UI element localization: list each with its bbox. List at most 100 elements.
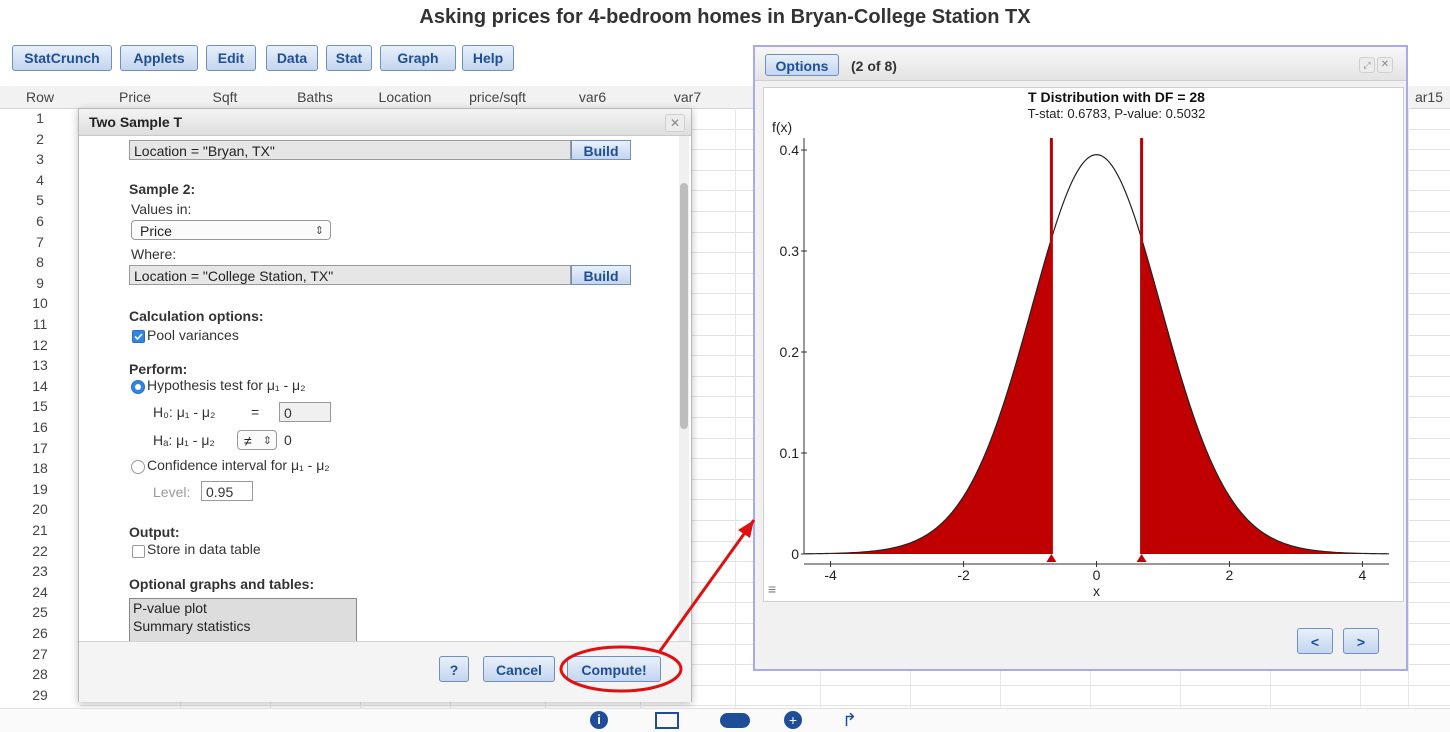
list-item[interactable]: Summary statistics: [130, 617, 356, 635]
results-icon[interactable]: [655, 712, 679, 729]
y-axis-label: f(x): [772, 119, 792, 135]
menu-stat[interactable]: Stat: [326, 45, 372, 71]
col-price[interactable]: Price: [90, 86, 180, 108]
row-number[interactable]: 9: [0, 274, 80, 292]
menu-data[interactable]: Data: [266, 45, 318, 71]
calc-heading: Calculation options:: [129, 308, 264, 324]
sample2-build-button[interactable]: Build: [571, 265, 631, 285]
row-number[interactable]: 11: [0, 315, 80, 333]
menu-icon[interactable]: ≡: [768, 581, 776, 597]
row-number[interactable]: 16: [0, 418, 80, 436]
menu-statcrunch[interactable]: StatCrunch: [12, 45, 112, 71]
hypothesis-test-radio[interactable]: [131, 380, 145, 394]
row-number[interactable]: 1: [0, 109, 80, 127]
menu-applets[interactable]: Applets: [120, 45, 198, 71]
row-number[interactable]: 22: [0, 542, 80, 560]
expand-icon[interactable]: ⤢: [1359, 57, 1375, 73]
pool-variances-checkbox[interactable]: [132, 330, 145, 343]
h0-value-input[interactable]: 0: [279, 402, 331, 422]
row-number[interactable]: 23: [0, 562, 80, 580]
row-number[interactable]: 12: [0, 336, 80, 354]
values-in-select[interactable]: Price ⇕: [131, 220, 331, 240]
x-tick-label: 0: [1093, 567, 1101, 583]
row-number[interactable]: 18: [0, 459, 80, 477]
row-number[interactable]: 21: [0, 521, 80, 539]
row-number[interactable]: 13: [0, 356, 80, 374]
x-axis-label: x: [1093, 583, 1100, 599]
row-number[interactable]: 17: [0, 439, 80, 457]
add-icon[interactable]: +: [784, 711, 802, 729]
row-number[interactable]: 7: [0, 233, 80, 251]
graphs-heading: Optional graphs and tables:: [129, 576, 315, 592]
row-number[interactable]: 5: [0, 191, 80, 209]
right-tail-area: [1141, 238, 1389, 555]
perform-heading: Perform:: [129, 361, 188, 377]
col-sqft[interactable]: Sqft: [180, 86, 270, 108]
info-icon[interactable]: i: [590, 711, 608, 729]
output-heading: Output:: [129, 524, 180, 540]
help-button[interactable]: ?: [439, 656, 469, 682]
row-number[interactable]: 2: [0, 130, 80, 148]
row-number[interactable]: 10: [0, 294, 80, 312]
level-input[interactable]: 0.95: [201, 481, 253, 501]
x-tick-label: 4: [1359, 567, 1367, 583]
sample1-where-field[interactable]: Location = "Bryan, TX": [129, 140, 571, 160]
graph-window-header[interactable]: Options (2 of 8) ⤢ ✕: [755, 47, 1406, 81]
pool-variances-label: Pool variances: [147, 327, 239, 343]
store-in-table-checkbox[interactable]: [132, 545, 145, 558]
select-arrows-icon: ⇕: [314, 225, 324, 237]
graphs-listbox[interactable]: P-value plot Summary statistics: [129, 598, 357, 641]
level-label: Level:: [153, 484, 191, 500]
menu-help[interactable]: Help: [462, 45, 514, 71]
col-var7[interactable]: var7: [640, 86, 735, 108]
row-number[interactable]: 14: [0, 377, 80, 395]
share-icon[interactable]: ↱: [842, 710, 864, 730]
confidence-interval-radio[interactable]: [131, 460, 145, 474]
t-stat-marker: [1046, 554, 1057, 562]
x-tick-label: 2: [1226, 567, 1234, 583]
row-number[interactable]: 4: [0, 171, 80, 189]
row-number[interactable]: 27: [0, 645, 80, 663]
row-number[interactable]: 29: [0, 686, 80, 704]
graph-window: Options (2 of 8) ⤢ ✕ 0 0.1 0.2 0.3 0.4 -4 -2 0 2…: [753, 45, 1408, 671]
dialog-scroll-thumb[interactable]: [680, 183, 688, 429]
col-var6[interactable]: var6: [545, 86, 640, 108]
compute-button[interactable]: Compute!: [567, 656, 661, 682]
row-number[interactable]: 3: [0, 150, 80, 168]
row-number[interactable]: 28: [0, 665, 80, 683]
options-button[interactable]: Options: [765, 54, 839, 76]
confidence-interval-label: Confidence interval for μ₁ - μ₂: [147, 457, 330, 473]
col-location[interactable]: Location: [360, 86, 450, 108]
grid-column-line: [1408, 108, 1409, 708]
left-tail-area: [804, 238, 1052, 555]
close-icon[interactable]: ✕: [1377, 57, 1393, 73]
sample1-build-button[interactable]: Build: [571, 140, 631, 160]
x-tick-label: -4: [824, 567, 837, 583]
ha-operator-select[interactable]: ≠ ⇕: [237, 430, 277, 450]
menu-edit[interactable]: Edit: [206, 45, 256, 71]
row-number[interactable]: 15: [0, 397, 80, 415]
grid-column-line: [735, 108, 736, 708]
row-number[interactable]: 24: [0, 583, 80, 601]
row-number[interactable]: 26: [0, 624, 80, 642]
col-price-sqft[interactable]: price/sqft: [450, 86, 545, 108]
dialog-titlebar[interactable]: Two Sample T ✕: [79, 109, 691, 136]
row-number[interactable]: 19: [0, 480, 80, 498]
row-number[interactable]: 6: [0, 212, 80, 230]
comments-icon[interactable]: [720, 713, 750, 728]
list-item[interactable]: P-value plot: [130, 599, 356, 617]
col-baths[interactable]: Baths: [270, 86, 360, 108]
cancel-button[interactable]: Cancel: [483, 656, 555, 682]
prev-graph-button[interactable]: <: [1297, 628, 1333, 654]
ha-value: 0: [284, 432, 292, 448]
next-graph-button[interactable]: >: [1343, 628, 1379, 654]
row-number[interactable]: 20: [0, 500, 80, 518]
sample2-where-field[interactable]: Location = "College Station, TX": [129, 265, 571, 285]
row-number[interactable]: 25: [0, 603, 80, 621]
y-tick-label: 0.4: [780, 142, 800, 158]
col-var15[interactable]: ar15: [1408, 86, 1450, 108]
menu-graph[interactable]: Graph: [380, 45, 456, 71]
close-icon[interactable]: ✕: [665, 114, 685, 132]
t-distribution-chart: 0 0.1 0.2 0.3 0.4 -4 -2 0 2 4 T Distribution with …: [768, 89, 1390, 599]
row-number[interactable]: 8: [0, 253, 80, 271]
